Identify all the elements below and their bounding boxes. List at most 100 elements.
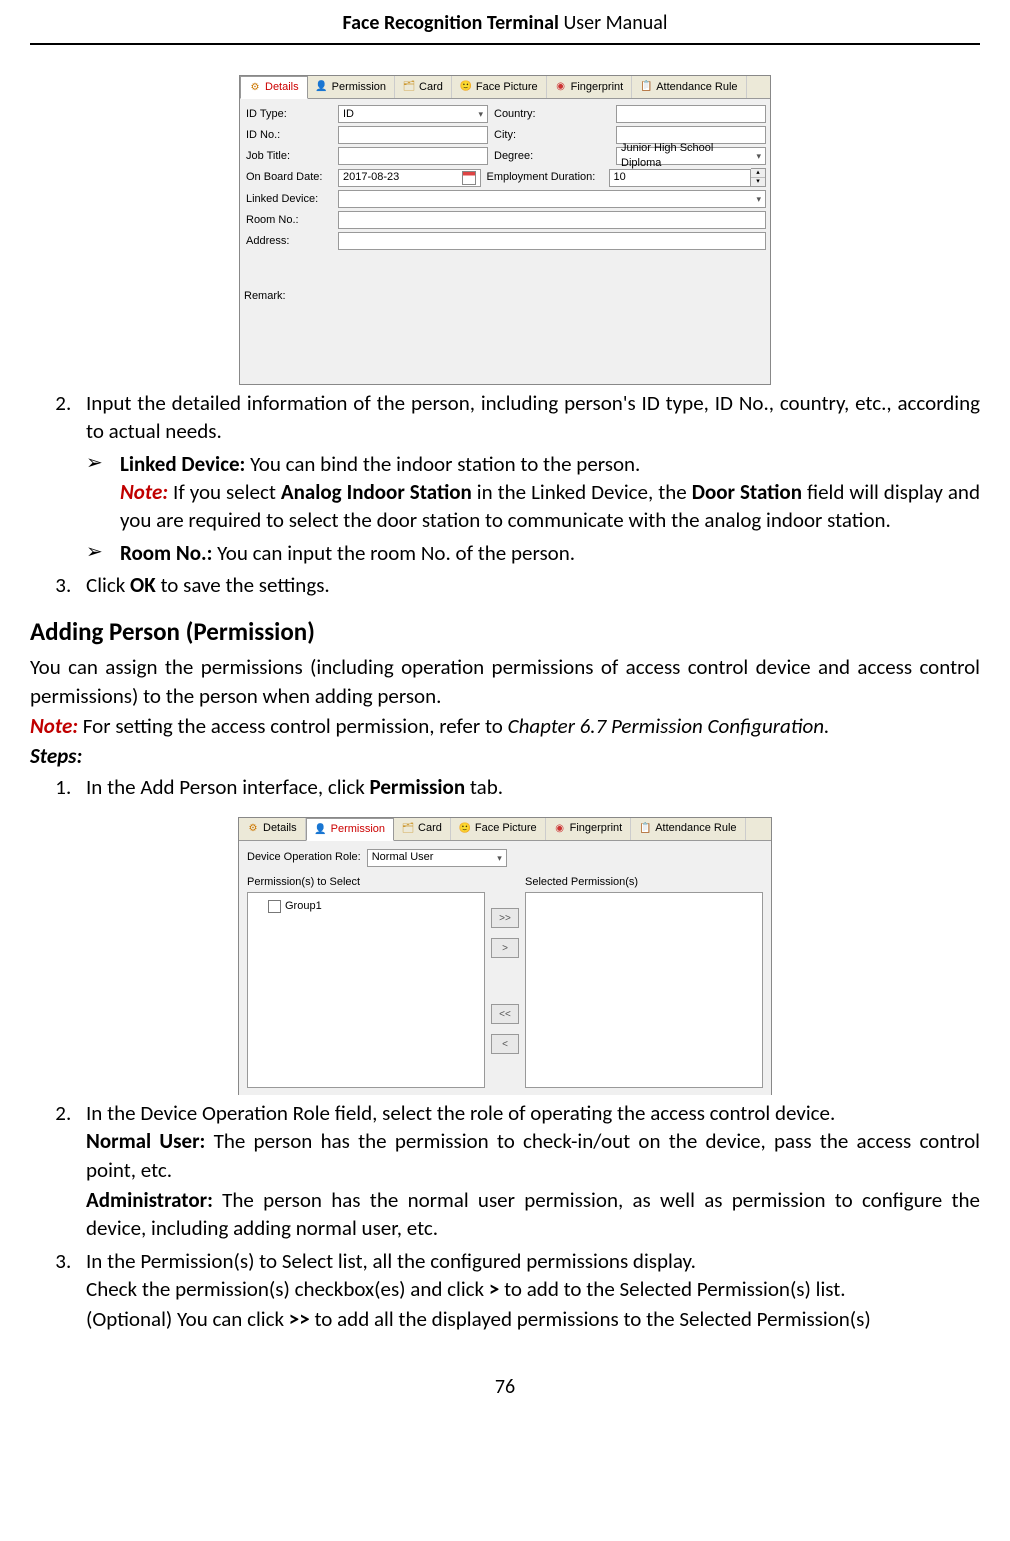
add-button[interactable]: > [491,938,519,958]
selected-permissions-list[interactable] [525,892,763,1088]
perm-step-3: In the Permission(s) to Select list, all… [76,1247,980,1334]
room-no-label: Room No.: [244,213,338,228]
tab-fingerprint[interactable]: ◉ Fingerprint [546,818,632,840]
onboard-date-input[interactable]: 2017-08-23 [338,169,481,187]
onboard-date-label: On Board Date: [244,170,338,185]
tab-face-picture[interactable]: 🙂 Face Picture [452,76,547,98]
address-input[interactable] [338,232,766,250]
list-icon: 📋 [640,81,652,93]
linked-device-label: Linked Device: [244,192,338,207]
employment-duration-input[interactable]: 10 [609,169,752,187]
tab-label: Face Picture [476,80,538,95]
face-icon: 🙂 [460,81,472,93]
header-title-bold: Face Recognition Terminal [343,11,559,35]
list-icon: 📋 [639,823,651,835]
tab-card[interactable]: 🗂 Card [394,818,451,840]
chevron-down-icon: ▾ [478,108,483,120]
degree-label: Degree: [488,149,616,164]
id-no-label: ID No.: [244,128,338,143]
id-type-select[interactable]: ID▾ [338,105,488,123]
remark-label: Remark: [244,253,336,304]
perm-step-1: In the Add Person interface, click Permi… [76,773,980,801]
job-title-input[interactable] [338,147,488,165]
header-title-light: User Manual [559,11,668,35]
tab-fingerprint[interactable]: ◉ Fingerprint [547,76,633,98]
tab-details[interactable]: ⚙ Details [240,76,308,99]
city-label: City: [488,128,616,143]
steps-label: Steps: [30,742,980,770]
id-type-label: ID Type: [244,107,338,122]
permission-item-group1[interactable]: Group1 [252,897,480,916]
step-3-details: Click OK to save the settings. [76,571,980,599]
note-label: Note: [120,479,168,505]
tab-attendance-rule[interactable]: 📋 Attendance Rule [632,76,746,98]
fingerprint-icon: ◉ [554,823,566,835]
screenshot-details-tab: ⚙ Details 👤 Permission 🗂 Card 🙂 Face Pic… [239,75,771,385]
tab-details[interactable]: ⚙ Details [239,818,306,840]
chevron-down-icon: ▾ [756,193,761,205]
tab-label: Face Picture [475,821,537,836]
remark-input-3[interactable] [336,293,766,311]
permissions-to-select-list[interactable]: Group1 [247,892,485,1088]
tab-attendance-rule[interactable]: 📋 Attendance Rule [631,818,745,840]
tab-label: Card [419,80,443,95]
step-2-details: Input the detailed information of the pe… [76,389,980,567]
checkbox-icon[interactable] [268,900,281,913]
page-number: 76 [30,1374,980,1401]
tab-face-picture[interactable]: 🙂 Face Picture [451,818,546,840]
employment-duration-label: Employment Duration: [481,170,609,185]
card-icon: 🗂 [402,823,414,835]
remark-input-5[interactable] [336,333,766,351]
calendar-icon[interactable] [462,171,476,185]
tab-permission[interactable]: 👤 Permission [306,818,394,841]
tab-bar: ⚙ Details 👤 Permission 🗂 Card 🙂 Face Pic… [239,818,771,841]
room-no-input[interactable] [338,211,766,229]
screenshot-permission-tab: ⚙ Details 👤 Permission 🗂 Card 🙂 Face Pic… [238,817,772,1095]
device-operation-role-select[interactable]: Normal User ▾ [367,849,507,867]
country-label: Country: [488,107,616,122]
heading-adding-person-permission: Adding Person (Permission) [30,615,980,649]
page-header: Face Recognition Terminal User Manual [30,0,980,45]
remove-all-button[interactable]: << [491,1004,519,1024]
tab-label: Fingerprint [571,80,624,95]
add-all-button[interactable]: >> [491,908,519,928]
linked-device-select[interactable]: ▾ [338,190,766,208]
note-label: Note: [30,713,78,739]
intro-paragraph: You can assign the permissions (includin… [30,653,980,710]
device-operation-role-label: Device Operation Role: [247,850,361,865]
person-icon: 👤 [316,81,328,93]
tab-label: Permission [331,822,385,837]
selected-permissions-title: Selected Permission(s) [525,875,763,890]
face-icon: 🙂 [459,823,471,835]
duration-spinner[interactable]: ▴▾ [751,168,766,187]
address-label: Address: [244,234,338,249]
tab-label: Details [263,821,297,836]
tab-label: Attendance Rule [656,80,737,95]
card-icon: 🗂 [403,81,415,93]
chevron-down-icon: ▾ [756,150,761,162]
bullet-room-no: Room No.: You can input the room No. of … [86,539,980,567]
tab-label: Fingerprint [570,821,623,836]
tab-label: Card [418,821,442,836]
tab-label: Permission [332,80,386,95]
permission-item-label: Group1 [285,899,322,914]
tab-card[interactable]: 🗂 Card [395,76,452,98]
gear-icon: ⚙ [247,823,259,835]
remark-input-1[interactable] [336,253,766,271]
tab-label: Attendance Rule [655,821,736,836]
tab-permission[interactable]: 👤 Permission [308,76,395,98]
tab-label: Details [265,80,299,95]
chevron-down-icon: ▾ [497,852,502,864]
id-no-input[interactable] [338,126,488,144]
permissions-to-select-title: Permission(s) to Select [247,875,485,890]
remark-input-2[interactable] [336,273,766,291]
remove-button[interactable]: < [491,1034,519,1054]
job-title-label: Job Title: [244,149,338,164]
fingerprint-icon: ◉ [555,81,567,93]
tab-bar: ⚙ Details 👤 Permission 🗂 Card 🙂 Face Pic… [240,76,770,99]
bullet-linked-device: Linked Device: You can bind the indoor s… [86,450,980,535]
country-input[interactable] [616,105,766,123]
remark-input-4[interactable] [336,313,766,331]
degree-select[interactable]: Junior High School Diploma▾ [616,147,766,165]
person-icon: 👤 [315,823,327,835]
